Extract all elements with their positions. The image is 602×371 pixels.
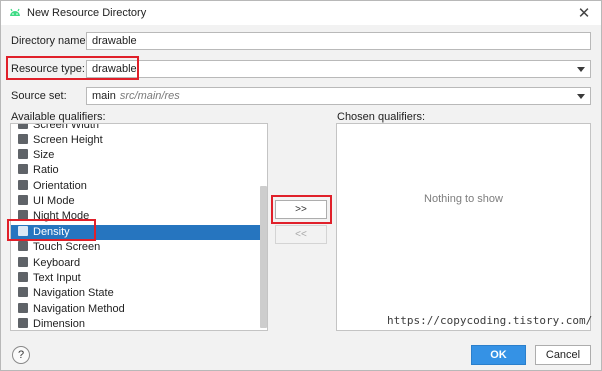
cancel-button[interactable]: Cancel	[535, 345, 591, 365]
add-qualifier-button[interactable]: >>	[275, 200, 327, 219]
resource-type-label: Resource type:	[11, 63, 85, 75]
navigation-state-icon	[18, 287, 28, 297]
source-set-value: main	[92, 90, 116, 102]
remove-qualifier-button[interactable]: <<	[275, 225, 327, 244]
dimension-icon	[18, 318, 28, 328]
list-item[interactable]: Touch Screen	[11, 240, 267, 255]
chevron-down-icon	[577, 67, 585, 72]
night-mode-icon	[18, 210, 28, 220]
chosen-qualifiers-label: Chosen qualifiers:	[337, 111, 426, 123]
watermark-url: https://copycoding.tistory.com/	[387, 314, 593, 327]
directory-name-field[interactable]: drawable	[86, 32, 591, 50]
orientation-icon	[18, 180, 28, 190]
navigation-method-icon	[18, 303, 28, 313]
source-set-label: Source set:	[11, 90, 67, 102]
list-item-label: Dimension	[33, 318, 85, 330]
list-item-label: Orientation	[33, 180, 87, 192]
android-studio-icon	[10, 8, 20, 16]
empty-state-text: Nothing to show	[424, 193, 503, 205]
list-item[interactable]: UI Mode	[11, 194, 267, 209]
source-set-path: src/main/res	[119, 90, 180, 102]
window-title: New Resource Directory	[27, 7, 147, 19]
keyboard-icon	[18, 257, 28, 267]
resource-type-value: drawable	[92, 63, 137, 75]
list-item[interactable]: Text Input	[11, 271, 267, 286]
touch-screen-icon	[18, 241, 28, 251]
ok-button[interactable]: OK	[471, 345, 526, 365]
chosen-qualifiers-list[interactable]: Nothing to show https://copycoding.tisto…	[336, 123, 593, 331]
source-set-select[interactable]: main src/main/res	[86, 87, 591, 105]
list-item[interactable]: Screen Width	[11, 123, 267, 133]
list-item[interactable]: Ratio	[11, 163, 267, 178]
close-button[interactable]: ✕	[575, 4, 593, 22]
list-scrollbar[interactable]	[260, 186, 267, 328]
list-item-label: Ratio	[33, 164, 59, 176]
resource-type-select[interactable]: drawable	[86, 60, 591, 78]
text-input-icon	[18, 272, 28, 282]
density-icon	[18, 226, 28, 236]
list-item[interactable]: Dimension	[11, 317, 267, 330]
list-item-label: Navigation State	[33, 287, 114, 299]
list-item[interactable]: Keyboard	[11, 256, 267, 271]
list-item-label: Text Input	[33, 272, 81, 284]
list-item-label: Touch Screen	[33, 241, 101, 253]
chevron-down-icon	[577, 94, 585, 99]
list-item-label: Screen Width	[33, 123, 100, 131]
available-qualifiers-label: Available qualifiers:	[11, 111, 106, 123]
dialog-window: New Resource Directory ✕ Directory name:…	[0, 0, 602, 371]
list-item-label: Screen Height	[33, 134, 103, 146]
list-item[interactable]: Screen Height	[11, 133, 267, 148]
list-item-label: Density	[33, 226, 70, 238]
directory-name-label: Directory name:	[11, 35, 89, 47]
list-item[interactable]: Night Mode	[11, 209, 267, 224]
list-item-label: Night Mode	[33, 210, 90, 222]
list-item-selected[interactable]: Density	[11, 225, 267, 240]
list-item-label: Size	[33, 149, 55, 161]
screen-height-icon	[18, 134, 28, 144]
list-item[interactable]: Navigation Method	[11, 302, 267, 317]
title-bar: New Resource Directory ✕	[1, 1, 601, 25]
ratio-icon	[18, 164, 28, 174]
list-item[interactable]: Size	[11, 148, 267, 163]
ui-mode-icon	[18, 195, 28, 205]
list-item-label: UI Mode	[33, 195, 75, 207]
list-item-label: Navigation Method	[33, 303, 125, 315]
size-icon	[18, 149, 28, 159]
screen-width-icon	[18, 124, 28, 129]
help-button[interactable]: ?	[12, 346, 30, 364]
list-item[interactable]: Orientation	[11, 179, 267, 194]
list-item-label: Keyboard	[33, 257, 81, 269]
list-item[interactable]: Navigation State	[11, 286, 267, 301]
available-qualifiers-list[interactable]: Screen Width Screen Height Size Ratio Or…	[10, 123, 268, 331]
